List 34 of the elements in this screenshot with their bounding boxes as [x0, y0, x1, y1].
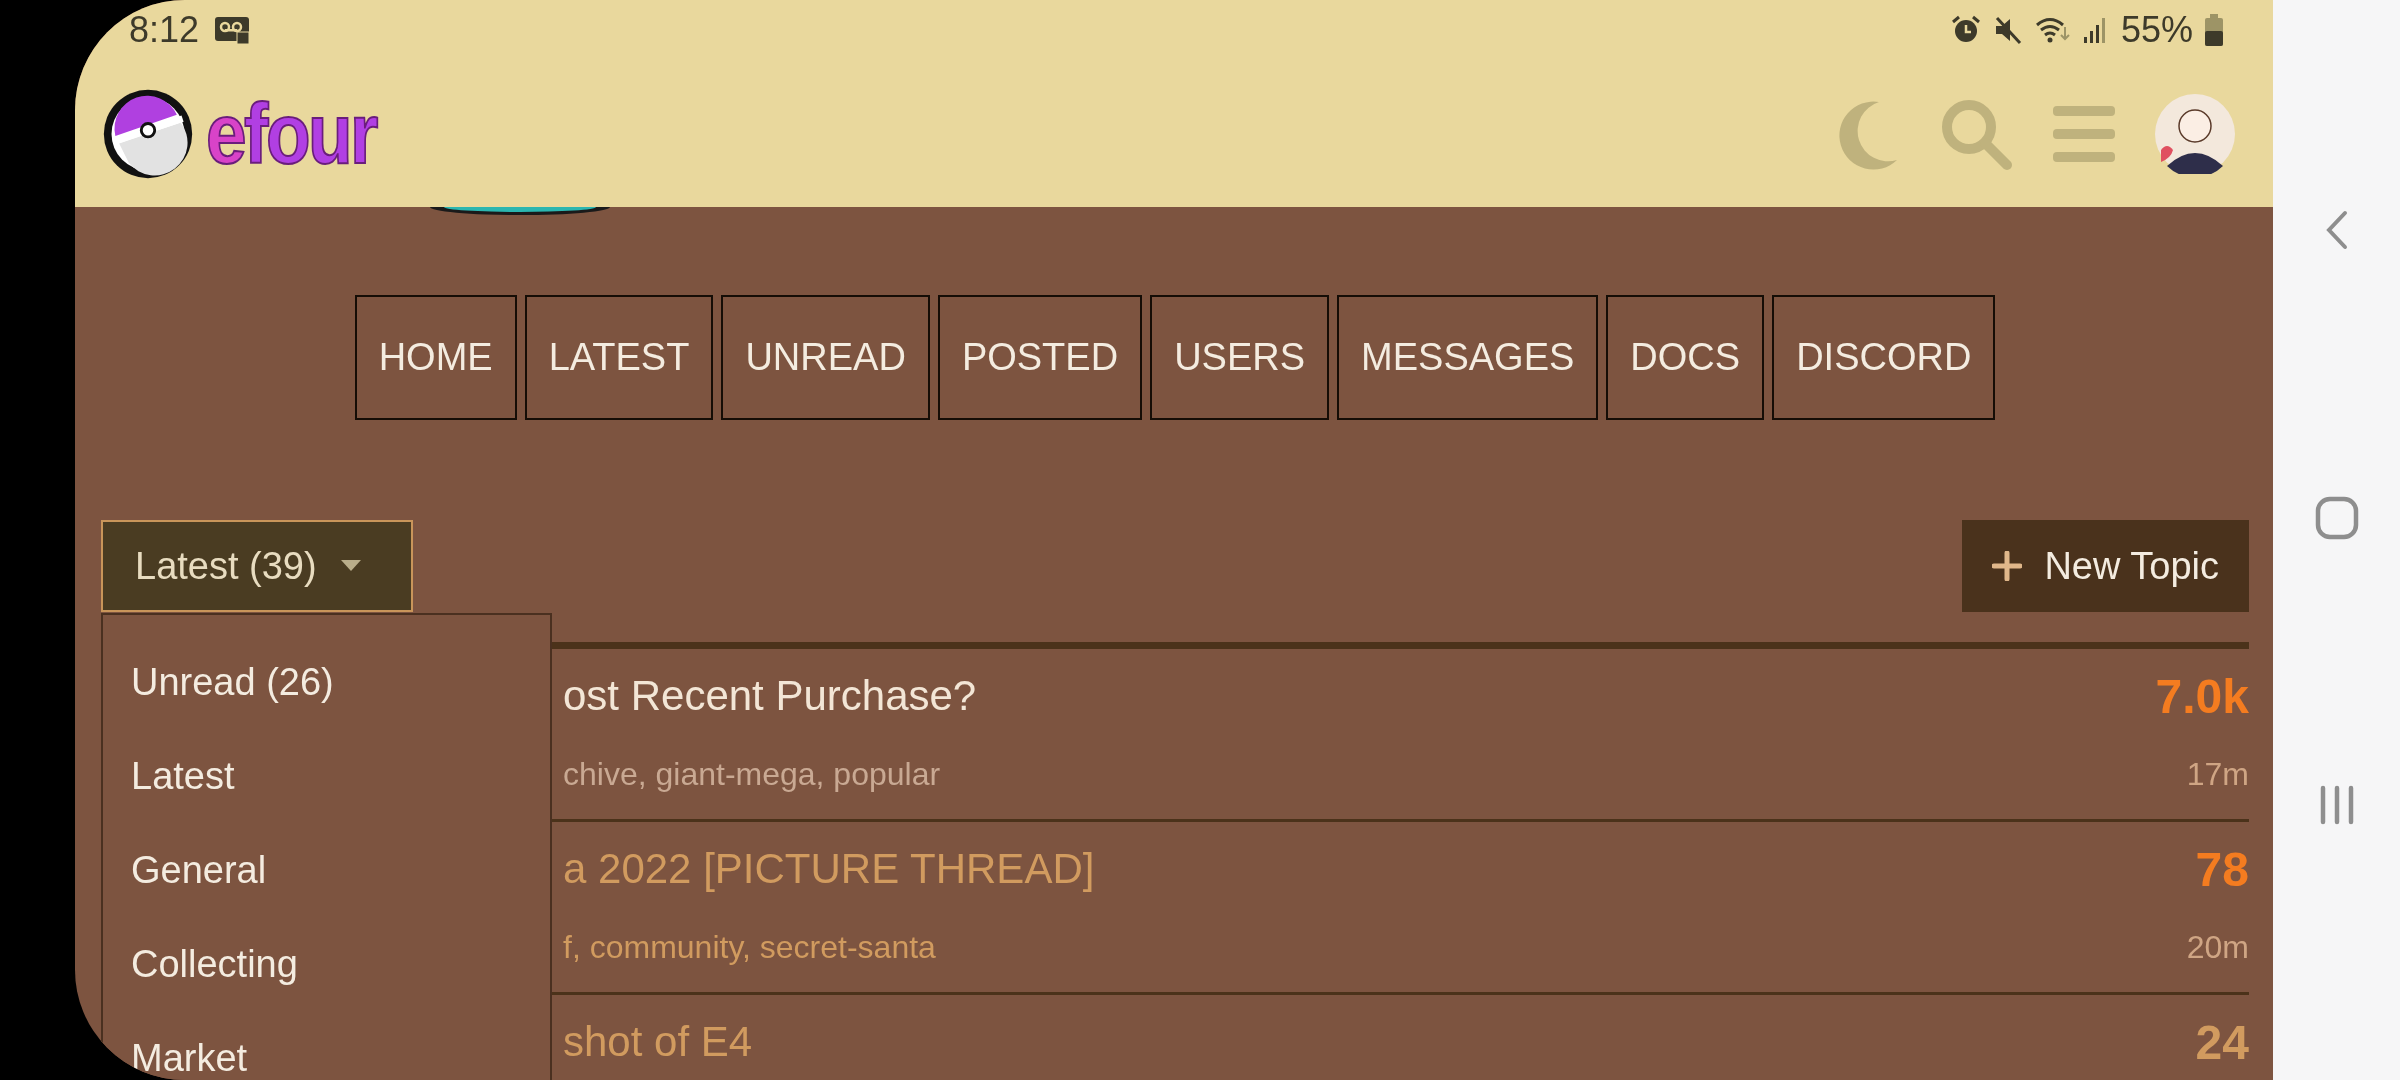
activity-time: 17m	[2186, 755, 2249, 793]
menu-item[interactable]: Latest	[103, 729, 550, 823]
voicemail-icon	[215, 15, 252, 45]
new-topic-button[interactable]: New Topic	[1962, 520, 2249, 612]
plus-icon	[1992, 551, 2023, 581]
nav-button[interactable]: DOCS	[1606, 295, 1765, 420]
wifi-icon	[2034, 15, 2071, 45]
nav-button[interactable]: USERS	[1150, 295, 1330, 420]
nav-button[interactable]: LATEST	[524, 295, 714, 420]
reply-count: 7.0k	[2155, 668, 2249, 724]
menu-item[interactable]: Collecting	[103, 917, 550, 1011]
caret-icon	[340, 560, 361, 572]
avatar[interactable]	[2155, 93, 2235, 174]
nav-button[interactable]: DISCORD	[1772, 295, 1996, 420]
activity-time: 20m	[2186, 928, 2249, 966]
nav-button[interactable]: UNREAD	[721, 295, 930, 420]
nav-button[interactable]: POSTED	[937, 295, 1143, 420]
nav-button[interactable]: HOME	[354, 295, 517, 420]
menu-item[interactable]: Unread (26)	[103, 635, 550, 729]
reply-count: 78	[2195, 841, 2249, 897]
clock-time: 8:12	[129, 9, 200, 51]
battery-icon	[2205, 14, 2223, 46]
alarm-icon	[1950, 15, 1981, 45]
home-icon[interactable]	[2314, 495, 2359, 540]
back-icon[interactable]	[2324, 210, 2349, 250]
topic-title[interactable]: ost Recent Purchase?	[563, 672, 977, 720]
battery-percent: 55%	[2120, 9, 2193, 51]
reply-count: 24	[2195, 1014, 2249, 1070]
menu-item[interactable]: General	[103, 823, 550, 917]
logo-wordmark[interactable]: efour	[206, 84, 376, 183]
menu-item[interactable]: Market	[103, 1011, 550, 1080]
nav-button[interactable]: MESSAGES	[1337, 295, 1599, 420]
filter-dropdown[interactable]: Latest (39)	[101, 520, 413, 612]
topic-tags[interactable]: chive, giant-mega, popular	[563, 755, 941, 793]
